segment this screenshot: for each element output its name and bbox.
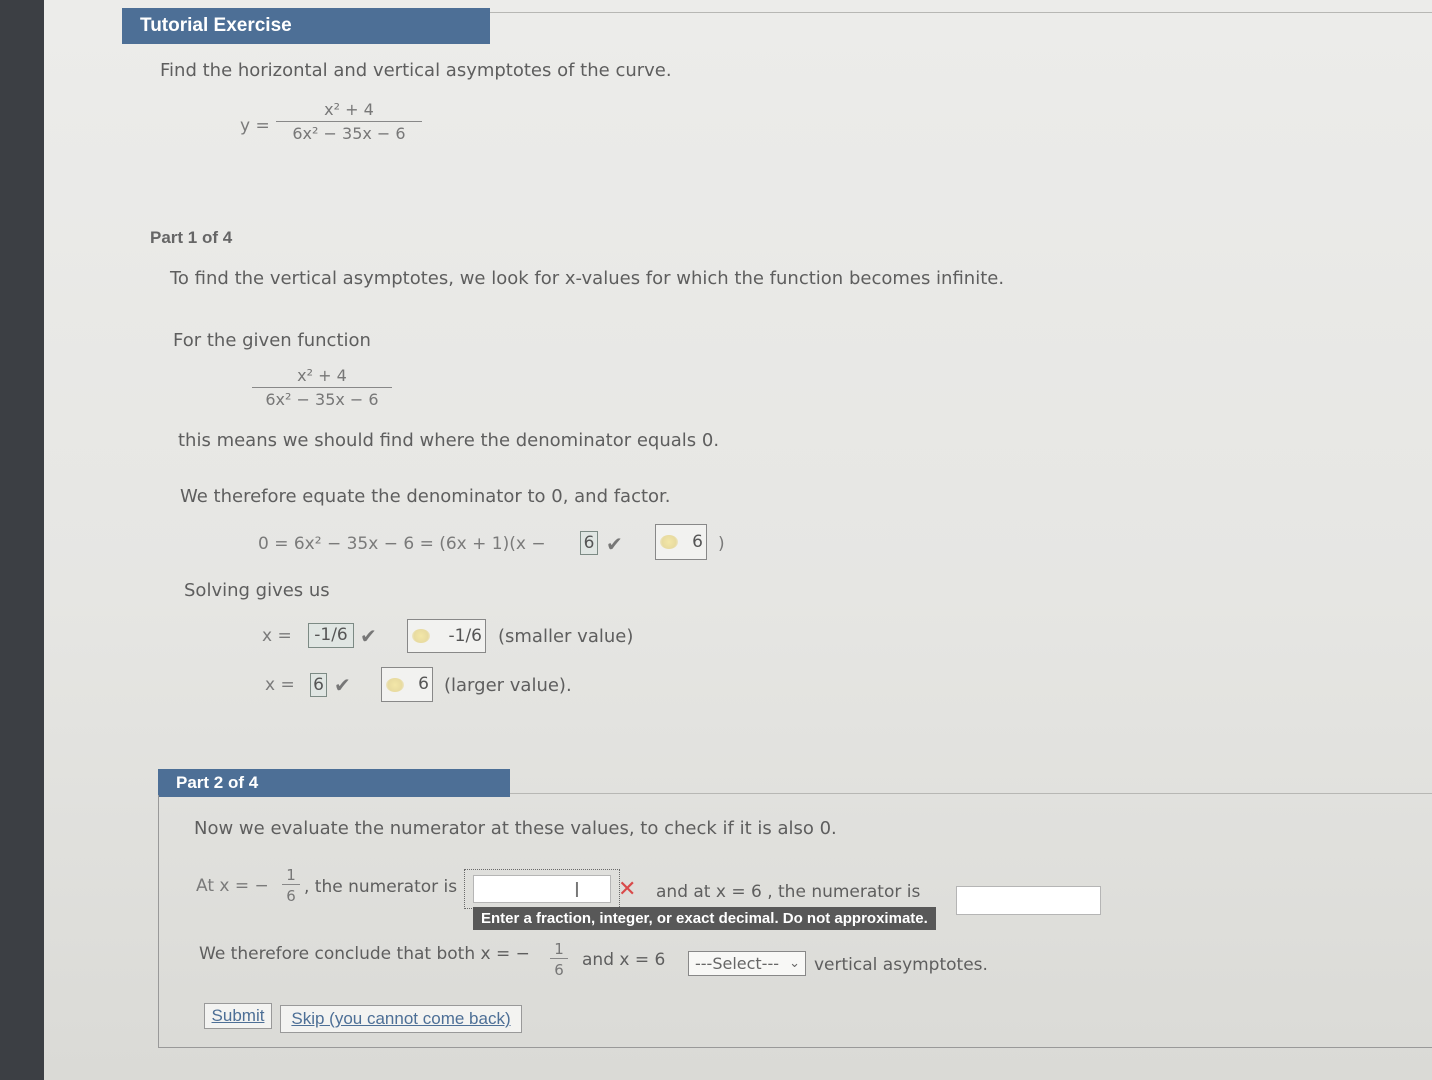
factor-correct-answer: 6 [655,524,707,560]
part2-header: Part 2 of 4 [158,769,510,797]
check-icon: ✔ [360,624,377,648]
large-root-correct-answer: 6 [381,667,433,702]
skip-button[interactable]: Skip (you cannot come back) [280,1005,522,1033]
neg-one-sixth-fraction: 1 6 [282,866,300,905]
problem-fraction: x² + 4 6x² − 35x − 6 [276,100,422,143]
numerator-at-6-input[interactable] [956,886,1101,915]
x-equals-small: x = [262,626,292,646]
part2-heading: Part 2 of 4 [176,773,259,792]
key-icon [660,535,678,549]
part1-intro: To find the vertical asymptotes, we look… [170,268,1005,289]
at-x-label: At x = − [196,876,269,896]
text-cursor-icon: I [574,878,580,902]
asymptote-select[interactable]: ---Select--- ⌄ [688,951,806,976]
window-edge [0,0,44,1080]
given-numerator: x² + 4 [252,366,392,388]
part1-heading: Part 1 of 4 [150,228,233,247]
x-equals-large: x = [265,675,295,695]
input-hint-tooltip: Enter a fraction, integer, or exact deci… [473,907,936,930]
conclude-text: We therefore conclude that both x = − [199,944,530,964]
select-value: ---Select--- [695,954,779,973]
larger-value-note: (larger value). [444,675,572,696]
chevron-down-icon: ⌄ [789,956,800,971]
submit-button[interactable]: Submit [204,1003,272,1029]
tutorial-header: Tutorial Exercise [122,8,490,44]
factor-close-paren: ) [718,534,725,554]
factor-expression: 0 = 6x² − 35x − 6 = (6x + 1)(x − [258,534,546,554]
part2-intro: Now we evaluate the numerator at these v… [194,818,837,839]
frac2-denominator: 6 [554,961,564,979]
key-icon [412,629,430,643]
problem-denominator: 6x² − 35x − 6 [292,124,406,143]
small-root-correct-answer: -1/6 [407,619,486,653]
given-function-label: For the given function [173,330,371,351]
solving-label: Solving gives us [184,580,330,601]
and-x6-text: and x = 6 [582,950,666,970]
tutorial-page: Tutorial Exercise Find the horizontal an… [44,0,1432,1080]
x-error-icon: ✕ [618,877,637,902]
small-root-answer: -1/6 [308,623,354,648]
check-icon: ✔ [606,532,623,556]
denominator-note: this means we should find where the deno… [178,430,720,451]
problem-numerator: x² + 4 [276,100,422,122]
smaller-value-note: (smaller value) [498,626,634,647]
small-root-correct-value: -1/6 [448,626,483,646]
given-fraction: x² + 4 6x² − 35x − 6 [252,366,392,409]
vertical-asymptotes-text: vertical asymptotes. [814,955,988,975]
part2-rule [510,793,1432,794]
neg-one-sixth-fraction-2: 1 6 [550,940,568,979]
frac1-denominator: 6 [286,887,296,905]
equate-note: We therefore equate the denominator to 0… [180,486,671,507]
large-root-answer: 6 [310,673,327,697]
header-rule [490,12,1432,13]
and-at-x6-text: and at x = 6 , the numerator is [656,882,921,902]
check-icon: ✔ [334,673,351,697]
frac1-numerator: 1 [282,866,300,885]
large-root-correct-value: 6 [418,674,429,694]
y-label: y = [240,116,270,136]
numerator-is-text: , the numerator is [304,877,458,897]
frac2-numerator: 1 [550,940,568,959]
factor-correct-value: 6 [692,532,703,552]
key-icon [386,678,404,692]
numerator-at-neg-one-sixth-input[interactable] [473,875,611,903]
problem-prompt: Find the horizontal and vertical asympto… [160,60,672,81]
tutorial-title: Tutorial Exercise [140,15,292,36]
given-denominator: 6x² − 35x − 6 [265,390,379,409]
factor-answer: 6 [580,531,598,555]
